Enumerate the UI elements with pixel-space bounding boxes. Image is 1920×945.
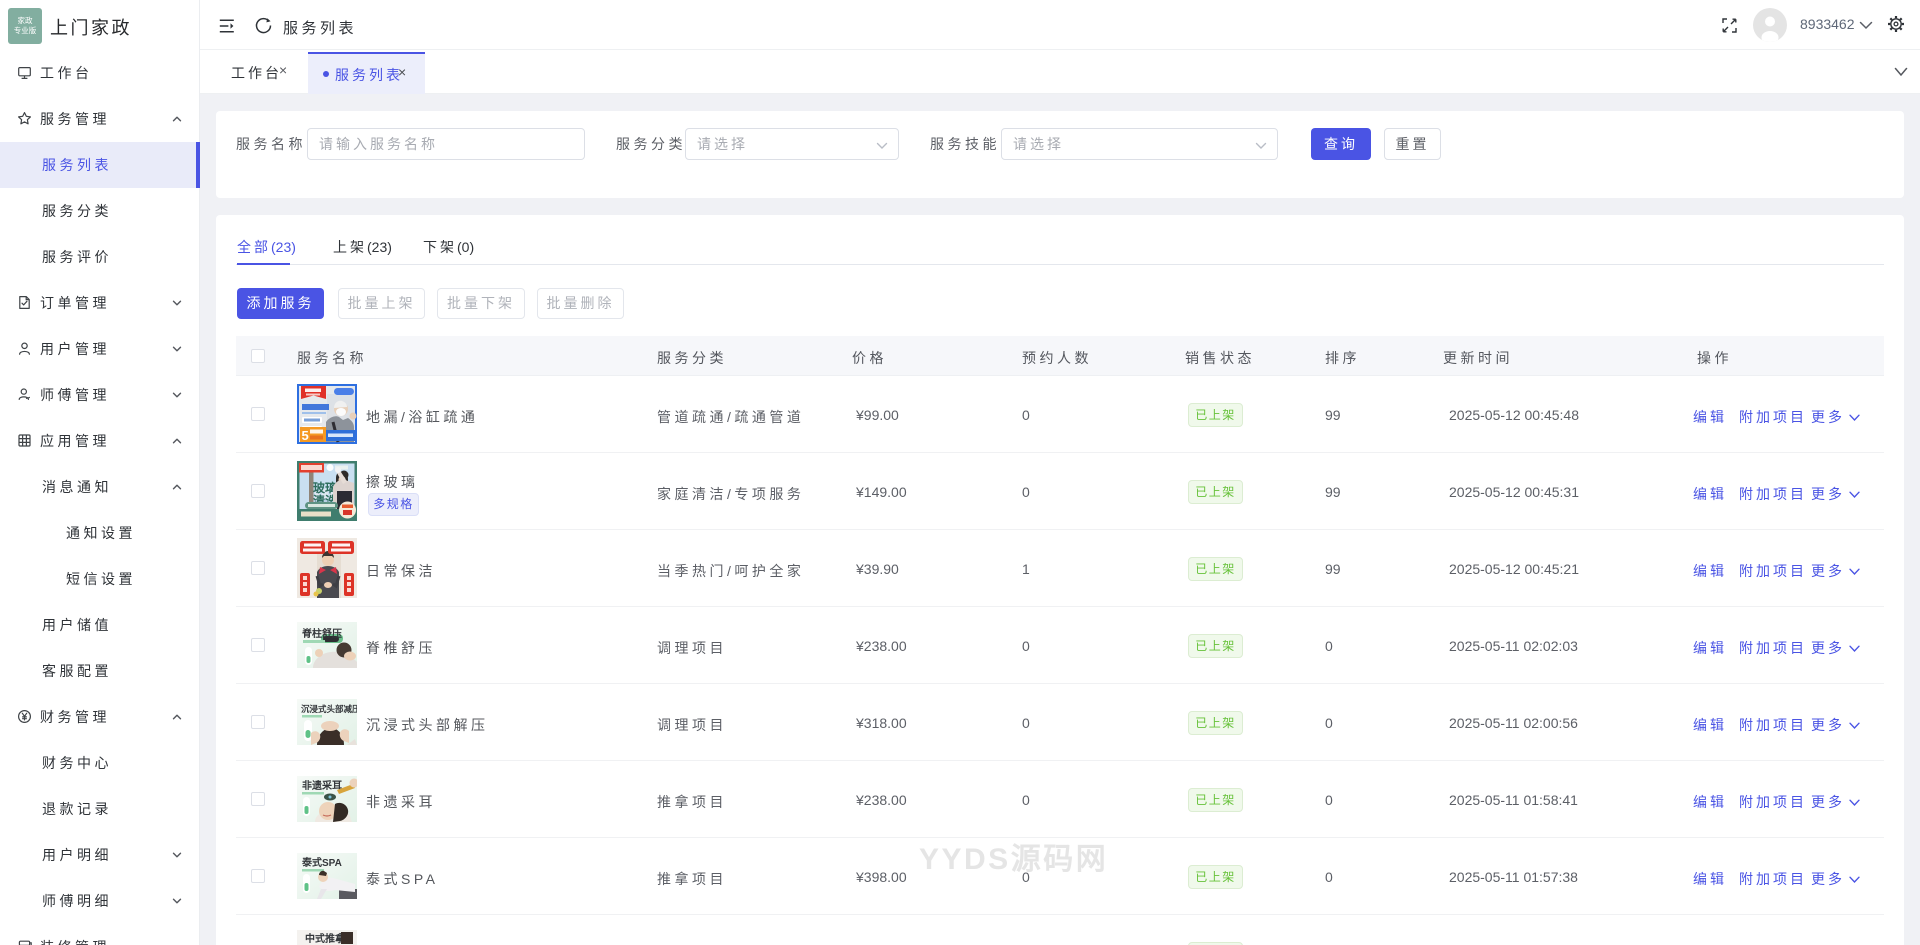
svg-text:沉浸式头部减压: 沉浸式头部减压 [301, 704, 357, 714]
svg-text:5: 5 [302, 428, 309, 443]
svg-text:脊柱舒压: 脊柱舒压 [301, 627, 342, 640]
svg-text:非遗采耳: 非遗采耳 [302, 779, 342, 792]
svg-text:中式推拿: 中式推拿 [305, 932, 346, 945]
svg-text:泰式SPA: 泰式SPA [301, 856, 342, 869]
